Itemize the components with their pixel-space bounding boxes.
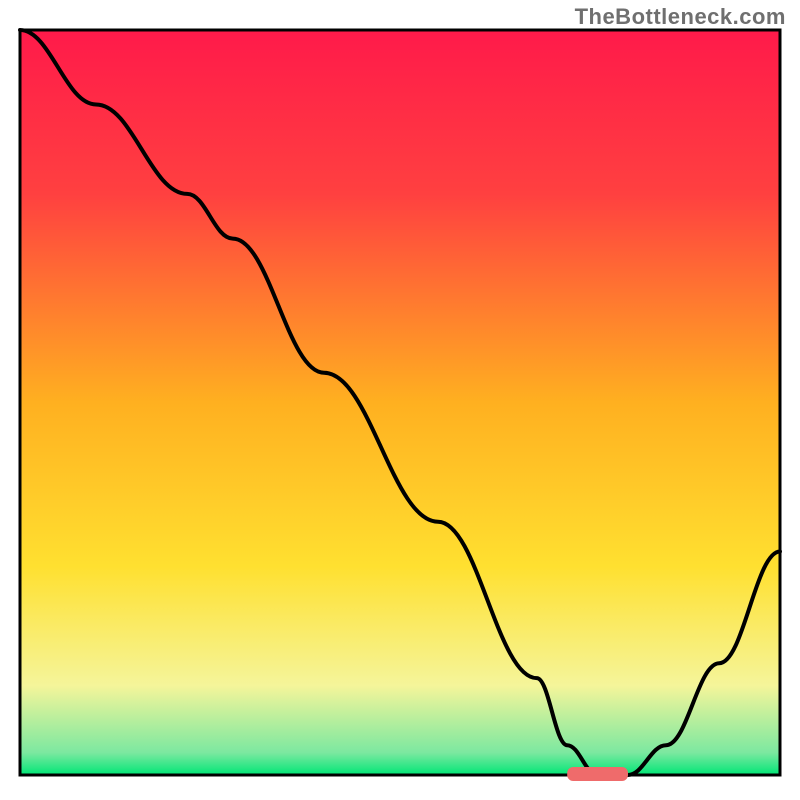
optimal-marker xyxy=(567,767,628,781)
plot-background xyxy=(20,30,780,775)
chart-svg xyxy=(0,0,800,800)
bottleneck-chart: TheBottleneck.com xyxy=(0,0,800,800)
